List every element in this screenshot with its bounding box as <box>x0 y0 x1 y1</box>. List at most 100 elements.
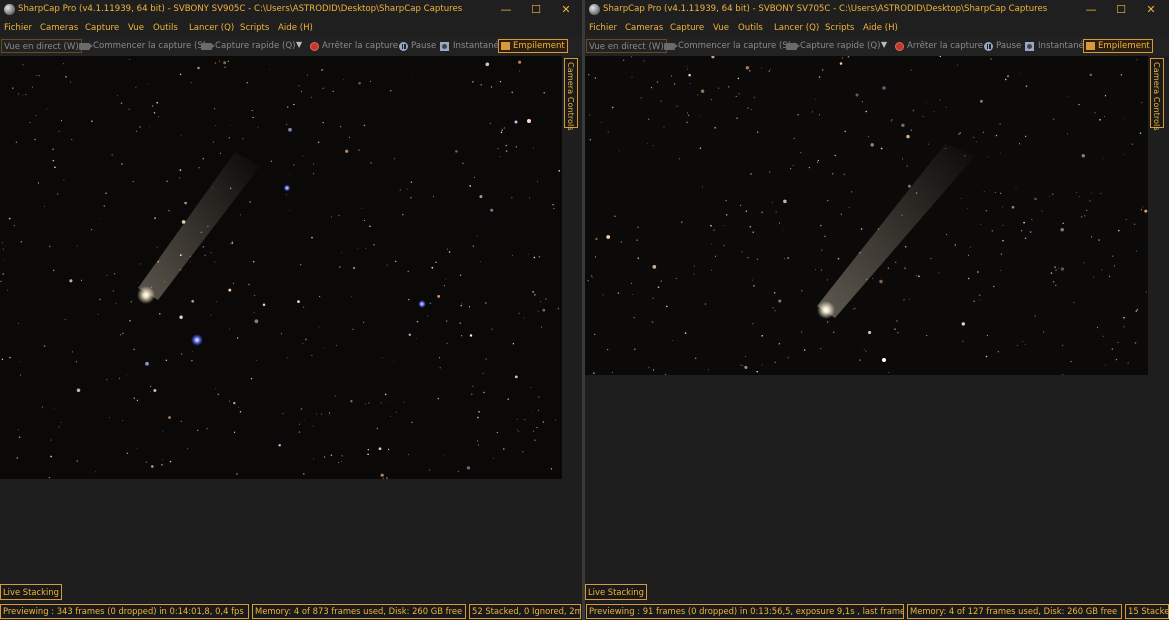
menu-vue[interactable]: Vue <box>713 23 729 33</box>
star <box>818 114 820 116</box>
star <box>482 372 484 374</box>
star <box>149 126 151 128</box>
star <box>865 110 867 113</box>
stacking-button[interactable]: Empilement <box>498 39 568 53</box>
star <box>1024 237 1027 240</box>
pause-button[interactable]: Pause <box>411 41 436 51</box>
star <box>22 64 24 66</box>
menu-outils[interactable]: Outils <box>738 23 763 33</box>
star <box>783 199 787 204</box>
star <box>151 105 154 107</box>
menu-fichier[interactable]: Fichier <box>589 23 617 33</box>
chevron-down-icon[interactable]: ▼ <box>296 40 302 49</box>
star <box>492 457 494 459</box>
star <box>995 134 998 137</box>
minimize-button[interactable]: — <box>492 1 520 18</box>
comet-head <box>137 286 155 304</box>
quick-capture-button[interactable]: Capture rapide (Q) <box>800 41 881 51</box>
star <box>301 90 303 92</box>
star <box>946 233 948 236</box>
star <box>986 334 988 336</box>
star <box>361 208 363 209</box>
star <box>833 331 835 333</box>
close-button[interactable]: ✕ <box>1137 1 1165 18</box>
star <box>129 58 131 60</box>
camera-preview-image[interactable] <box>0 56 562 479</box>
menu-cameras[interactable]: Cameras <box>625 23 663 33</box>
star <box>179 315 183 319</box>
start-capture-button[interactable]: Commencer la capture (S) <box>678 41 791 51</box>
star <box>793 137 795 140</box>
menu-scripts[interactable]: Scripts <box>825 23 854 33</box>
title-bar[interactable]: SharpCap Pro (v4.1.11939, 64 bit) - SVBO… <box>585 0 1169 19</box>
stack-status: 52 Stacked, 0 Ignored, 2m <box>469 604 581 619</box>
close-button[interactable]: ✕ <box>552 1 580 18</box>
start-capture-button[interactable]: Commencer la capture (S) <box>93 41 206 51</box>
star <box>236 337 239 339</box>
camera-preview-image[interactable] <box>585 56 1148 375</box>
live-stacking-tab[interactable]: Live Stacking <box>0 584 62 600</box>
star <box>459 274 462 276</box>
star <box>180 134 182 136</box>
star <box>302 155 304 157</box>
star <box>930 258 932 260</box>
star <box>999 192 1002 195</box>
menu-capture[interactable]: Capture <box>85 23 119 33</box>
menu-vue[interactable]: Vue <box>128 23 144 33</box>
star <box>518 312 520 315</box>
menu-aide[interactable]: Aide (H) <box>863 23 898 33</box>
menu-scripts[interactable]: Scripts <box>240 23 269 33</box>
star <box>231 241 234 244</box>
menu-outils[interactable]: Outils <box>153 23 178 33</box>
snapshot-button[interactable]: Instantané <box>453 41 499 51</box>
camera-controls-tab[interactable]: Camera Controls <box>564 58 578 131</box>
star <box>745 66 750 70</box>
quick-capture-button[interactable]: Capture rapide (Q) <box>215 41 296 51</box>
star <box>1022 340 1024 342</box>
star <box>164 280 166 282</box>
chevron-down-icon[interactable]: ▼ <box>881 40 887 49</box>
star <box>761 364 763 366</box>
star <box>772 307 774 309</box>
menu-cameras[interactable]: Cameras <box>40 23 78 33</box>
star <box>8 217 11 220</box>
toolbar: Vue en direct (W) Commencer la capture (… <box>585 37 1169 56</box>
live-view-button[interactable]: Vue en direct (W) <box>1 39 82 53</box>
menu-lancer[interactable]: Lancer (Q) <box>774 23 819 33</box>
maximize-button[interactable]: ☐ <box>1107 1 1135 18</box>
star <box>536 427 538 429</box>
stacking-button[interactable]: Empilement <box>1083 39 1153 53</box>
star <box>672 340 673 342</box>
stop-capture-button[interactable]: Arrêter la capture <box>322 41 398 51</box>
star <box>461 302 463 304</box>
menu-lancer[interactable]: Lancer (Q) <box>189 23 234 33</box>
stop-capture-button[interactable]: Arrêter la capture <box>907 41 983 51</box>
star <box>979 299 981 301</box>
live-view-button[interactable]: Vue en direct (W) <box>586 39 667 53</box>
star <box>815 98 817 100</box>
star <box>518 60 522 64</box>
minimize-button[interactable]: — <box>1077 1 1105 18</box>
star <box>378 447 382 451</box>
maximize-button[interactable]: ☐ <box>522 1 550 18</box>
title-bar[interactable]: SharpCap Pro (v4.1.11939, 64 bit) - SVBO… <box>0 0 582 19</box>
star <box>217 393 220 396</box>
camera-controls-tab[interactable]: Camera Controls <box>1150 58 1164 131</box>
menu-aide[interactable]: Aide (H) <box>278 23 313 33</box>
star <box>505 150 508 152</box>
star <box>538 256 541 258</box>
star <box>713 229 715 231</box>
menu-fichier[interactable]: Fichier <box>4 23 32 33</box>
live-stacking-tab[interactable]: Live Stacking <box>585 584 647 600</box>
star <box>462 162 464 164</box>
star <box>0 280 2 283</box>
star <box>212 141 214 143</box>
star <box>1101 269 1103 271</box>
pause-button[interactable]: Pause <box>996 41 1021 51</box>
star <box>353 267 355 269</box>
star <box>637 226 639 229</box>
pause-icon <box>399 42 408 51</box>
star <box>233 431 236 433</box>
menu-capture[interactable]: Capture <box>670 23 704 33</box>
snapshot-button[interactable]: Instantané <box>1038 41 1084 51</box>
